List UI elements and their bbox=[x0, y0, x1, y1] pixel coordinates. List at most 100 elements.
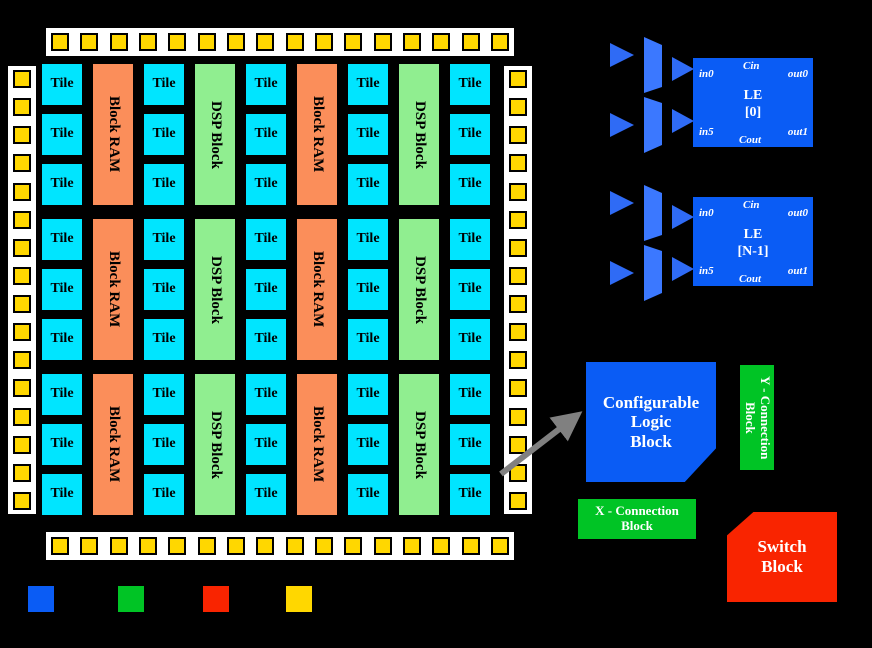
io-pad-bottom-12[interactable] bbox=[402, 537, 421, 555]
grid-tile-c4-r7[interactable]: Tile bbox=[244, 422, 288, 467]
io-pad-top-5[interactable] bbox=[197, 33, 216, 51]
io-pad-top-2[interactable] bbox=[109, 33, 128, 51]
io-pad-top-7[interactable] bbox=[256, 33, 275, 51]
grid-tile-c8-r0[interactable]: Tile bbox=[448, 62, 492, 107]
io-pad-left-9[interactable] bbox=[13, 323, 31, 342]
grid-tile-c2-r8[interactable]: Tile bbox=[142, 472, 186, 517]
io-pad-left-15[interactable] bbox=[13, 491, 31, 510]
grid-tile-c2-r2[interactable]: Tile bbox=[142, 162, 186, 207]
io-pad-top-15[interactable] bbox=[490, 33, 509, 51]
grid-tile-c2-r0[interactable]: Tile bbox=[142, 62, 186, 107]
grid-tile-c8-r1[interactable]: Tile bbox=[448, 112, 492, 157]
io-pad-bottom-1[interactable] bbox=[80, 537, 99, 555]
io-pad-top-11[interactable] bbox=[373, 33, 392, 51]
io-pad-bottom-14[interactable] bbox=[461, 537, 480, 555]
io-pad-bottom-2[interactable] bbox=[109, 537, 128, 555]
io-pad-bottom-11[interactable] bbox=[373, 537, 392, 555]
grid-dsp-block-c7-b2[interactable]: DSP Block bbox=[397, 372, 441, 517]
io-pad-bottom-15[interactable] bbox=[490, 537, 509, 555]
grid-block-ram-c1-b0[interactable]: Block RAM bbox=[91, 62, 135, 207]
grid-tile-c2-r5[interactable]: Tile bbox=[142, 317, 186, 362]
io-pad-right-6[interactable] bbox=[509, 238, 527, 257]
io-pad-top-4[interactable] bbox=[168, 33, 187, 51]
grid-tile-c6-r5[interactable]: Tile bbox=[346, 317, 390, 362]
io-pad-bottom-6[interactable] bbox=[226, 537, 245, 555]
io-pad-right-5[interactable] bbox=[509, 210, 527, 229]
grid-dsp-block-c3-b0[interactable]: DSP Block bbox=[193, 62, 237, 207]
grid-tile-c2-r1[interactable]: Tile bbox=[142, 112, 186, 157]
io-pad-right-1[interactable] bbox=[509, 98, 527, 117]
io-pad-right-4[interactable] bbox=[509, 182, 527, 201]
grid-tile-c2-r4[interactable]: Tile bbox=[142, 267, 186, 312]
io-pad-bottom-9[interactable] bbox=[314, 537, 333, 555]
io-pad-left-3[interactable] bbox=[13, 154, 31, 173]
grid-dsp-block-c3-b1[interactable]: DSP Block bbox=[193, 217, 237, 362]
grid-tile-c0-r4[interactable]: Tile bbox=[40, 267, 84, 312]
grid-tile-c6-r7[interactable]: Tile bbox=[346, 422, 390, 467]
io-pad-left-4[interactable] bbox=[13, 182, 31, 201]
grid-block-ram-c1-b1[interactable]: Block RAM bbox=[91, 217, 135, 362]
io-pad-top-13[interactable] bbox=[432, 33, 451, 51]
grid-block-ram-c5-b1[interactable]: Block RAM bbox=[295, 217, 339, 362]
grid-dsp-block-c7-b0[interactable]: DSP Block bbox=[397, 62, 441, 207]
grid-tile-c6-r4[interactable]: Tile bbox=[346, 267, 390, 312]
grid-tile-c0-r5[interactable]: Tile bbox=[40, 317, 84, 362]
grid-tile-c6-r3[interactable]: Tile bbox=[346, 217, 390, 262]
io-pad-right-10[interactable] bbox=[509, 351, 527, 370]
grid-tile-c6-r6[interactable]: Tile bbox=[346, 372, 390, 417]
grid-tile-c0-r8[interactable]: Tile bbox=[40, 472, 84, 517]
io-pad-bottom-8[interactable] bbox=[285, 537, 304, 555]
grid-tile-c6-r2[interactable]: Tile bbox=[346, 162, 390, 207]
io-pad-left-5[interactable] bbox=[13, 210, 31, 229]
io-pad-bottom-0[interactable] bbox=[51, 537, 69, 555]
io-pad-left-2[interactable] bbox=[13, 126, 31, 145]
io-pad-right-0[interactable] bbox=[509, 70, 527, 88]
grid-tile-c8-r4[interactable]: Tile bbox=[448, 267, 492, 312]
io-pad-top-12[interactable] bbox=[402, 33, 421, 51]
io-pad-bottom-3[interactable] bbox=[138, 537, 157, 555]
grid-dsp-block-c7-b1[interactable]: DSP Block bbox=[397, 217, 441, 362]
io-pad-right-3[interactable] bbox=[509, 154, 527, 173]
grid-tile-c8-r7[interactable]: Tile bbox=[448, 422, 492, 467]
grid-block-ram-c1-b2[interactable]: Block RAM bbox=[91, 372, 135, 517]
io-pad-right-8[interactable] bbox=[509, 295, 527, 313]
grid-tile-c0-r6[interactable]: Tile bbox=[40, 372, 84, 417]
io-pad-left-10[interactable] bbox=[13, 351, 31, 370]
grid-tile-c6-r8[interactable]: Tile bbox=[346, 472, 390, 517]
io-pad-top-6[interactable] bbox=[226, 33, 245, 51]
io-pad-right-15[interactable] bbox=[509, 491, 527, 510]
grid-tile-c6-r1[interactable]: Tile bbox=[346, 112, 390, 157]
io-pad-top-14[interactable] bbox=[461, 33, 480, 51]
grid-tile-c2-r3[interactable]: Tile bbox=[142, 217, 186, 262]
grid-tile-c8-r5[interactable]: Tile bbox=[448, 317, 492, 362]
io-pad-top-9[interactable] bbox=[314, 33, 333, 51]
grid-tile-c8-r3[interactable]: Tile bbox=[448, 217, 492, 262]
grid-tile-c2-r6[interactable]: Tile bbox=[142, 372, 186, 417]
io-pad-left-11[interactable] bbox=[13, 379, 31, 398]
io-pad-right-7[interactable] bbox=[509, 266, 527, 285]
grid-tile-c8-r6[interactable]: Tile bbox=[448, 372, 492, 417]
grid-tile-c4-r8[interactable]: Tile bbox=[244, 472, 288, 517]
grid-tile-c4-r6[interactable]: Tile bbox=[244, 372, 288, 417]
grid-tile-c8-r2[interactable]: Tile bbox=[448, 162, 492, 207]
io-pad-bottom-4[interactable] bbox=[168, 537, 187, 555]
io-pad-left-0[interactable] bbox=[13, 70, 31, 88]
io-pad-top-0[interactable] bbox=[51, 33, 69, 51]
grid-block-ram-c5-b0[interactable]: Block RAM bbox=[295, 62, 339, 207]
grid-tile-c4-r4[interactable]: Tile bbox=[244, 267, 288, 312]
io-pad-right-2[interactable] bbox=[509, 126, 527, 145]
grid-tile-c4-r5[interactable]: Tile bbox=[244, 317, 288, 362]
io-pad-top-10[interactable] bbox=[344, 33, 363, 51]
io-pad-bottom-7[interactable] bbox=[256, 537, 275, 555]
grid-block-ram-c5-b2[interactable]: Block RAM bbox=[295, 372, 339, 517]
io-pad-top-8[interactable] bbox=[285, 33, 304, 51]
io-pad-right-11[interactable] bbox=[509, 379, 527, 398]
grid-tile-c4-r1[interactable]: Tile bbox=[244, 112, 288, 157]
io-pad-left-13[interactable] bbox=[13, 435, 31, 454]
grid-tile-c4-r3[interactable]: Tile bbox=[244, 217, 288, 262]
grid-tile-c0-r7[interactable]: Tile bbox=[40, 422, 84, 467]
io-pad-left-12[interactable] bbox=[13, 407, 31, 426]
grid-tile-c8-r8[interactable]: Tile bbox=[448, 472, 492, 517]
grid-tile-c0-r0[interactable]: Tile bbox=[40, 62, 84, 107]
io-pad-bottom-13[interactable] bbox=[432, 537, 451, 555]
